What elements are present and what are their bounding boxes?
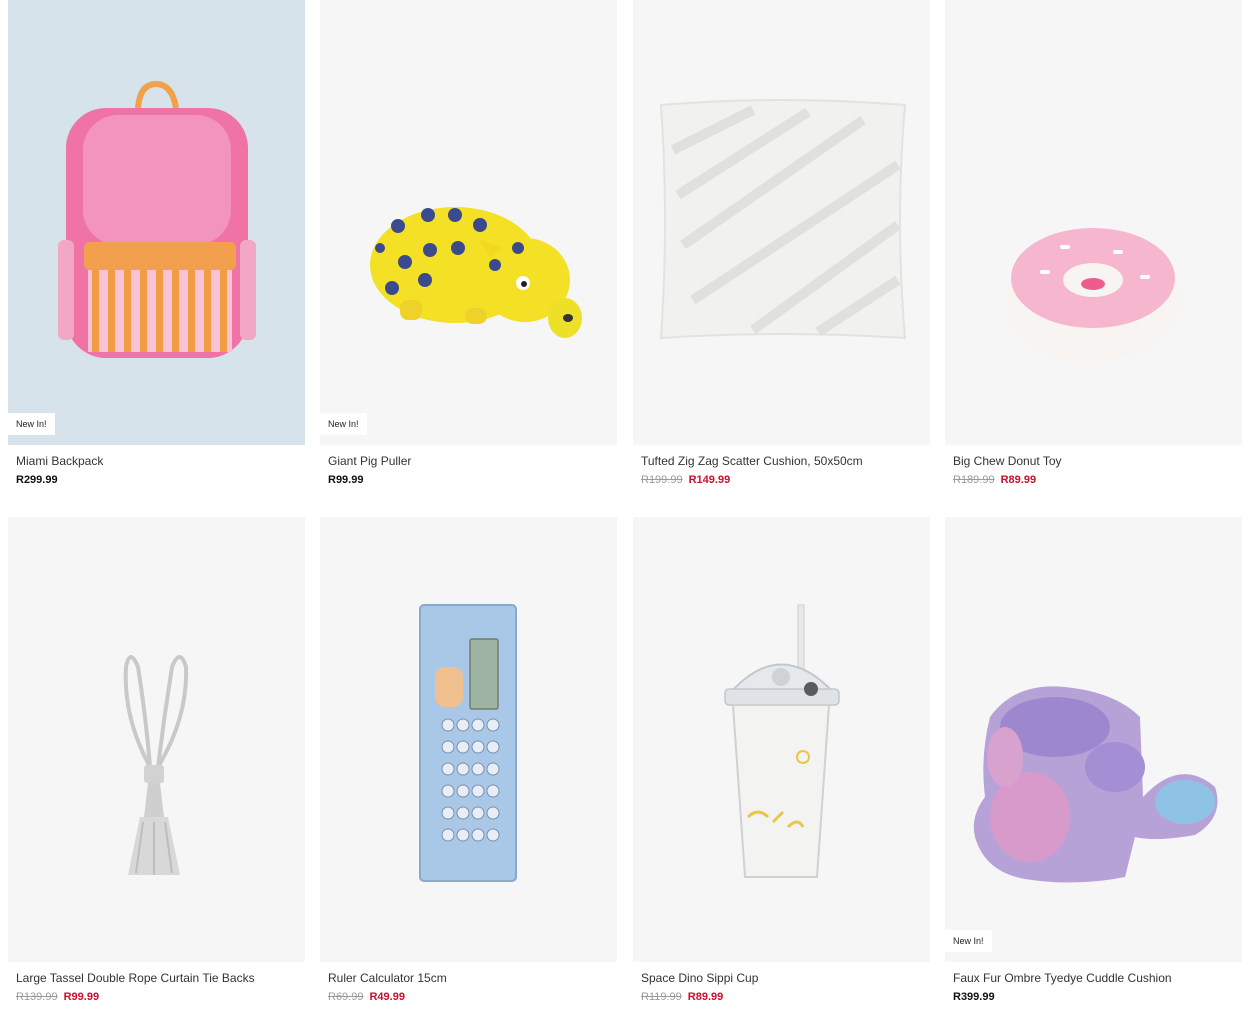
product-name[interactable]: Miami Backpack bbox=[16, 454, 103, 468]
product-name[interactable]: Ruler Calculator 15cm bbox=[328, 971, 447, 985]
product-name[interactable]: Big Chew Donut Toy bbox=[953, 454, 1062, 468]
product-image[interactable] bbox=[945, 0, 1242, 445]
product-card[interactable]: Big Chew Donut Toy R189.99 R89.99 bbox=[945, 0, 1242, 486]
price: R99.99 bbox=[328, 474, 364, 486]
donut-toy-image bbox=[1006, 228, 1180, 362]
product-card[interactable]: Space Dino Sippi Cup R119.99 R89.99 bbox=[633, 517, 930, 1003]
original-price: R139.99 bbox=[16, 991, 58, 1003]
product-card[interactable]: New In! Faux Fur Ombre Tyedye Cuddle Cus… bbox=[945, 517, 1242, 1003]
product-price: R69.99 R49.99 bbox=[328, 991, 405, 1003]
original-price: R119.99 bbox=[641, 991, 682, 1003]
original-price: R189.99 bbox=[953, 474, 995, 486]
new-in-badge: New In! bbox=[320, 413, 367, 435]
new-in-badge: New In! bbox=[945, 930, 992, 952]
backpack-image bbox=[58, 80, 256, 358]
product-image[interactable] bbox=[8, 517, 305, 962]
sale-price: R149.99 bbox=[688, 474, 731, 486]
product-image[interactable]: New In! bbox=[8, 0, 305, 445]
product-image[interactable] bbox=[633, 0, 930, 445]
product-image[interactable]: New In! bbox=[320, 0, 617, 445]
product-price: R119.99 R89.99 bbox=[641, 991, 723, 1003]
sippi-cup-image bbox=[724, 604, 840, 878]
sale-price: R99.99 bbox=[63, 991, 100, 1003]
product-price: R199.99 R149.99 bbox=[641, 474, 730, 486]
price: R399.99 bbox=[953, 991, 995, 1003]
product-name[interactable]: Tufted Zig Zag Scatter Cushion, 50x50cm bbox=[641, 454, 863, 468]
sale-price: R89.99 bbox=[1000, 474, 1037, 486]
product-name[interactable]: Giant Pig Puller bbox=[328, 454, 411, 468]
product-image[interactable] bbox=[633, 517, 930, 962]
new-in-badge: New In! bbox=[8, 413, 55, 435]
product-price: R99.99 bbox=[328, 474, 363, 486]
pig-toy-image bbox=[370, 207, 582, 338]
original-price: R199.99 bbox=[641, 474, 683, 486]
original-price: R69.99 bbox=[328, 991, 364, 1003]
product-grid: New In! Miami Backpack R299.99 New In! G… bbox=[0, 0, 1250, 1034]
product-price: R189.99 R89.99 bbox=[953, 474, 1036, 486]
product-card[interactable]: New In! Giant Pig Puller R99.99 bbox=[320, 0, 617, 486]
curtain-tieback-image bbox=[123, 655, 189, 875]
product-name[interactable]: Large Tassel Double Rope Curtain Tie Bac… bbox=[16, 971, 255, 985]
product-card[interactable]: New In! Miami Backpack R299.99 bbox=[8, 0, 305, 486]
product-name[interactable]: Space Dino Sippi Cup bbox=[641, 971, 758, 985]
product-image[interactable] bbox=[320, 517, 617, 962]
product-price: R399.99 bbox=[953, 991, 995, 1003]
product-name[interactable]: Faux Fur Ombre Tyedye Cuddle Cushion bbox=[953, 971, 1172, 985]
sale-price: R49.99 bbox=[369, 991, 405, 1003]
product-card[interactable]: Large Tassel Double Rope Curtain Tie Bac… bbox=[8, 517, 305, 1003]
product-price: R299.99 bbox=[16, 474, 58, 486]
product-card[interactable]: Tufted Zig Zag Scatter Cushion, 50x50cm … bbox=[633, 0, 930, 486]
sale-price: R89.99 bbox=[687, 991, 724, 1003]
product-image[interactable]: New In! bbox=[945, 517, 1242, 962]
ruler-calculator-image bbox=[419, 604, 517, 882]
product-price: R139.99 R99.99 bbox=[16, 991, 99, 1003]
product-card[interactable]: Ruler Calculator 15cm R69.99 R49.99 bbox=[320, 517, 617, 1003]
cuddle-cushion-image bbox=[973, 686, 1218, 883]
price: R299.99 bbox=[16, 474, 58, 486]
cushion-image bbox=[659, 99, 907, 340]
